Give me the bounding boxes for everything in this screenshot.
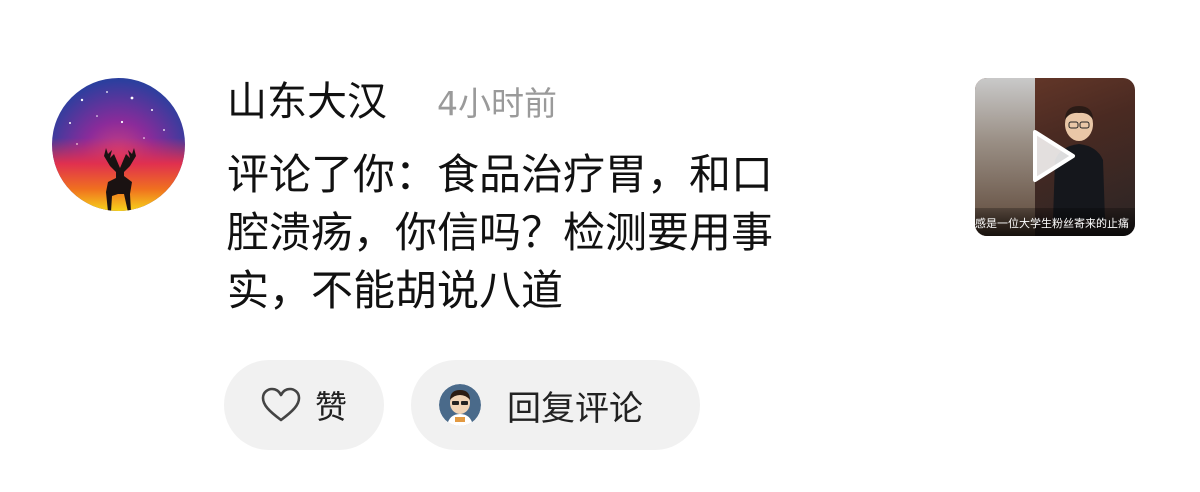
play-icon[interactable] [1027,128,1077,184]
heart-outline-icon [261,387,301,422]
thumbnail-caption: 感是一位大学生粉丝寄来的止痛 [975,217,1129,230]
timestamp: 4小时前 [437,84,557,123]
video-thumbnail[interactable]: 感是一位大学生粉丝寄来的止痛 [975,78,1135,236]
like-button[interactable]: 赞 [224,360,384,450]
user-avatar[interactable] [52,78,185,211]
current-user-avatar [439,384,481,426]
like-label: 赞 [314,388,347,426]
comment-line: 评论了你：食品治疗胃，和口 [227,150,774,199]
reply-label: 回复评论 [507,388,643,429]
username[interactable]: 山东大汉 [227,78,387,126]
comment-line: 实，不能胡说八道 [227,266,564,315]
deer-silhouette-icon [104,148,136,211]
comment-text[interactable]: 评论了你：食品治疗胃，和口 腔溃疡，你信吗？检测要用事 实，不能胡说八道 [227,146,947,320]
comment-line: 腔溃疡，你信吗？检测要用事 [227,208,774,257]
reply-comment-button[interactable]: 回复评论 [411,360,700,450]
